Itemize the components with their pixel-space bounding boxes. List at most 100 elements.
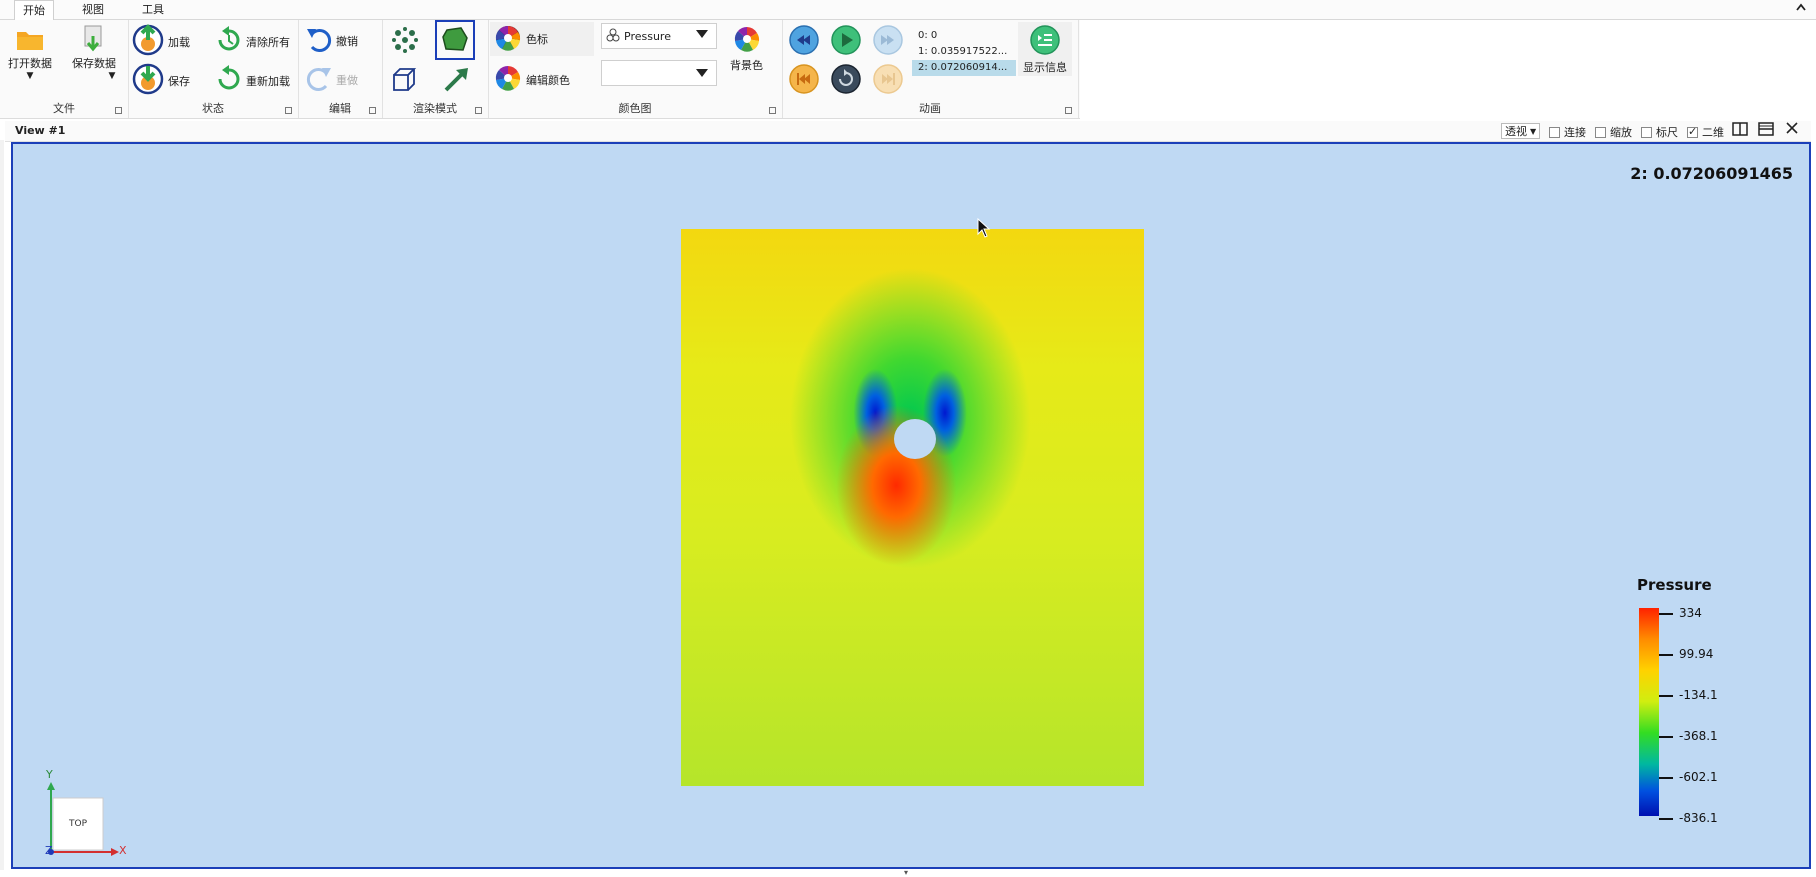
loop-button[interactable]: [830, 63, 862, 98]
reload-button[interactable]: 重新加载: [214, 64, 290, 97]
collapse-ribbon-icon[interactable]: [1794, 2, 1808, 16]
group-animation: 0: 0 1: 0.035917522... 2: 0.072060914...…: [782, 20, 1079, 118]
play-icon: [830, 24, 862, 59]
group-label-animation: 动画: [919, 102, 941, 115]
wireframe-mode-button[interactable]: [390, 66, 418, 97]
point-data-icon: [606, 28, 620, 45]
link-camera-checkbox[interactable]: 连接: [1549, 124, 1586, 140]
timestep-item[interactable]: 0: 0: [912, 28, 1016, 44]
timestep-item[interactable]: 1: 0.035917522...: [912, 44, 1016, 60]
split-horizontal-icon[interactable]: [1731, 122, 1749, 140]
timestep-list[interactable]: 0: 0 1: 0.035917522... 2: 0.072060914...: [912, 28, 1016, 84]
load-state-button[interactable]: 加载: [132, 24, 190, 59]
ribbon-tab-bar: 开始 视图 工具: [0, 0, 1816, 21]
zoom-checkbox[interactable]: 缩放: [1595, 124, 1632, 140]
close-view-icon[interactable]: [1783, 122, 1801, 140]
points-mode-button[interactable]: [390, 25, 420, 58]
redo-button[interactable]: 重做: [304, 64, 358, 95]
left-dock-strip[interactable]: [0, 140, 4, 870]
clear-all-button[interactable]: 清除所有: [214, 25, 290, 58]
two-d-checkbox-box[interactable]: [1687, 125, 1698, 138]
bottom-splitter-icon[interactable]: ▾: [904, 868, 908, 877]
array-dropdown-icon: [696, 29, 708, 42]
save-data-button[interactable]: 保存数据 ▼: [72, 24, 116, 81]
points-icon: [390, 25, 420, 58]
cylinder-hole: [894, 419, 936, 459]
color-wheel-edit-icon: [494, 64, 522, 95]
projection-select[interactable]: 透视 ▼: [1501, 123, 1541, 139]
two-d-checkbox[interactable]: 二维: [1687, 124, 1724, 140]
vector-mode-button[interactable]: [442, 64, 472, 97]
tab-home[interactable]: 开始: [14, 0, 54, 21]
color-legend-button[interactable]: 色标: [490, 22, 594, 56]
animation-group-launcher[interactable]: [1065, 107, 1072, 114]
legend-tick-label: -134.1: [1679, 688, 1718, 702]
group-render-mode: 渲染模式: [382, 20, 489, 118]
open-data-button[interactable]: 打开数据 ▼: [8, 26, 52, 81]
orientation-axes[interactable]: Y X Z TOP: [31, 764, 131, 864]
clear-all-icon: [214, 25, 244, 58]
render-viewport[interactable]: 2: 0.07206091465 Pressure 334 99.94 -134…: [11, 142, 1811, 869]
legend-tick-label: -836.1: [1679, 811, 1718, 825]
view-header: View #1 透视 ▼ 连接 缩放 标尺 二维: [5, 121, 1811, 142]
previous-frame-button[interactable]: [788, 63, 820, 98]
colormap-group-launcher[interactable]: [769, 107, 776, 114]
legend-tick-label: 334: [1679, 606, 1702, 620]
show-info-button[interactable]: 显示信息: [1018, 22, 1072, 76]
zoom-checkbox-box[interactable]: [1595, 126, 1606, 138]
group-file: 打开数据 ▼ 保存数据 ▼ 文件: [0, 20, 129, 118]
legend-tick: [1659, 654, 1673, 656]
group-colormap: 色标 编辑颜色 Pressure 背景色 颜色图: [488, 20, 783, 118]
surface-icon: [441, 25, 469, 56]
legend-tick: [1659, 777, 1673, 779]
tab-view[interactable]: 视图: [74, 0, 112, 19]
surface-mode-button[interactable]: [435, 20, 475, 60]
scalar-bar-legend[interactable]: Pressure 334 99.94 -134.1 -368.1 -602.1 …: [1637, 576, 1777, 836]
timestep-item-selected[interactable]: 2: 0.072060914...: [912, 60, 1016, 76]
legend-color-bar: [1639, 608, 1659, 816]
info-list-icon: [1029, 24, 1061, 59]
link-checkbox-box[interactable]: [1549, 126, 1560, 138]
play-button[interactable]: [830, 24, 862, 59]
loop-icon: [830, 63, 862, 98]
group-label-state: 状态: [202, 102, 224, 115]
save-state-button[interactable]: 保存: [132, 63, 190, 98]
fast-forward-icon: [872, 24, 904, 59]
legend-title: Pressure: [1637, 576, 1712, 594]
pressure-field-surface[interactable]: [681, 229, 1144, 786]
component-dropdown-icon: [696, 68, 708, 81]
load-state-icon: [132, 24, 164, 59]
render-group-launcher[interactable]: [475, 107, 482, 114]
edit-group-launcher[interactable]: [369, 107, 376, 114]
next-frame-button[interactable]: [872, 63, 904, 98]
axis-label-z: Z: [45, 844, 53, 857]
split-vertical-icon[interactable]: [1757, 122, 1775, 140]
group-edit: 撤销 重做 编辑: [298, 20, 383, 118]
background-color-button[interactable]: 背景色: [730, 24, 763, 73]
color-wheel-icon: [494, 24, 522, 55]
axis-label-x: X: [119, 844, 127, 857]
tab-tools[interactable]: 工具: [134, 0, 172, 19]
legend-tick-label: 99.94: [1679, 647, 1714, 661]
last-frame-button[interactable]: [872, 24, 904, 59]
array-select[interactable]: Pressure: [601, 23, 717, 49]
arrow-icon: [442, 64, 472, 97]
first-frame-button[interactable]: [788, 24, 820, 59]
ruler-checkbox[interactable]: 标尺: [1641, 124, 1678, 140]
redo-icon: [304, 64, 334, 95]
component-select[interactable]: [601, 60, 717, 86]
view-title: View #1: [15, 124, 66, 137]
undo-icon: [304, 25, 334, 56]
folder-icon: [15, 26, 45, 55]
undo-button[interactable]: 撤销: [304, 25, 358, 56]
file-group-launcher[interactable]: [115, 107, 122, 114]
legend-tick-label: -368.1: [1679, 729, 1718, 743]
reload-icon: [214, 64, 244, 97]
ruler-checkbox-box[interactable]: [1641, 126, 1652, 138]
save-data-dropdown-icon[interactable]: ▼: [109, 71, 116, 81]
edit-color-button[interactable]: 编辑颜色: [494, 64, 570, 95]
axis-label-y: Y: [46, 768, 53, 781]
state-group-launcher[interactable]: [285, 107, 292, 114]
open-data-dropdown-icon[interactable]: ▼: [27, 71, 34, 81]
legend-tick: [1659, 736, 1673, 738]
